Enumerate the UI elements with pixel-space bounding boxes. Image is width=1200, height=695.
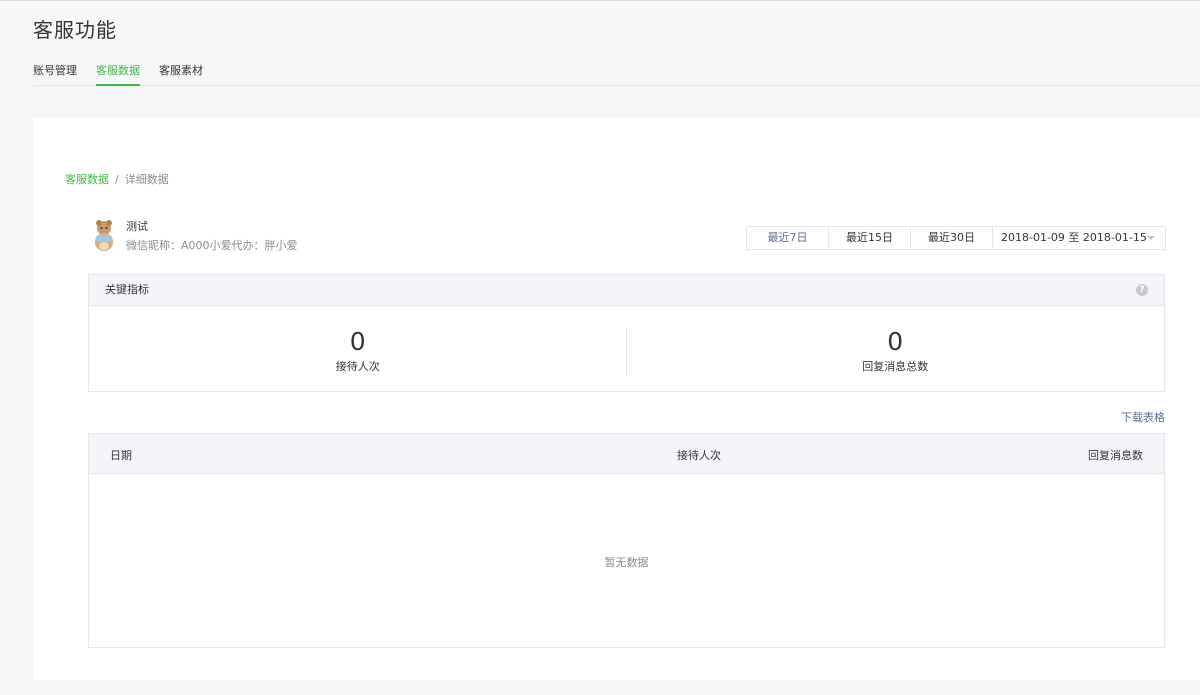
- range-7-days-button[interactable]: 最近7日: [747, 227, 829, 249]
- help-icon[interactable]: ?: [1136, 284, 1148, 296]
- tab-bar: 账号管理 客服数据 客服素材: [33, 58, 1200, 86]
- metric-label: 回复消息总数: [862, 360, 929, 373]
- breadcrumb-parent-link[interactable]: 客服数据: [65, 173, 109, 186]
- empty-state-text: 暂无数据: [604, 556, 649, 569]
- column-header-date: 日期: [110, 449, 132, 462]
- date-range-selector: 最近7日 最近15日 最近30日 2018-01-09 至 2018-01-15: [746, 226, 1166, 250]
- tab-service-data[interactable]: 客服数据: [96, 58, 140, 86]
- key-metrics-header: 关键指标 ?: [89, 275, 1164, 306]
- data-table: 日期 接待人次 回复消息数 暂无数据: [88, 433, 1165, 648]
- date-range-value: 2018-01-09 至 2018-01-15: [1001, 231, 1147, 244]
- metric-reply-total: 0 回复消息总数: [627, 306, 1165, 392]
- download-table-link[interactable]: 下载表格: [1121, 409, 1165, 425]
- metric-value: 0: [887, 327, 904, 356]
- avatar: [95, 220, 113, 251]
- user-text: 测试 微信昵称：A000小爱代办：胖小爱: [126, 217, 298, 253]
- date-range-picker[interactable]: 2018-01-09 至 2018-01-15: [993, 227, 1165, 249]
- top-divider: [0, 0, 1200, 1]
- tab-service-material[interactable]: 客服素材: [159, 58, 203, 86]
- column-header-reception: 接待人次: [677, 449, 721, 462]
- column-header-replies: 回复消息数: [1088, 449, 1143, 462]
- user-meta: 微信昵称：A000小爱代办：胖小爱: [126, 239, 298, 252]
- user-name: 测试: [126, 220, 148, 233]
- breadcrumb-separator: /: [115, 173, 119, 186]
- chevron-down-icon: [1147, 236, 1155, 240]
- metric-reception-count: 0 接待人次: [89, 306, 627, 392]
- breadcrumb-current: 详细数据: [124, 173, 169, 186]
- range-15-days-button[interactable]: 最近15日: [829, 227, 911, 249]
- key-metrics-panel: 关键指标 ? 0 接待人次 0 回复消息总数: [88, 274, 1165, 392]
- range-30-days-button[interactable]: 最近30日: [911, 227, 993, 249]
- user-info: 测试 微信昵称：A000小爱代办：胖小爱: [91, 217, 298, 253]
- tab-account-management[interactable]: 账号管理: [33, 58, 77, 86]
- key-metrics-row: 0 接待人次 0 回复消息总数: [89, 306, 1164, 392]
- breadcrumb: 客服数据 / 详细数据: [65, 171, 169, 187]
- key-metrics-title: 关键指标: [105, 283, 149, 296]
- page-title: 客服功能: [33, 18, 117, 42]
- metric-value: 0: [349, 327, 366, 356]
- content-card: 客服数据 / 详细数据 测试 微信昵称：A000小爱代办：胖小爱 最近7日 最近15…: [33, 117, 1200, 680]
- metric-label: 接待人次: [335, 360, 380, 373]
- table-header: 日期 接待人次 回复消息数: [89, 434, 1164, 474]
